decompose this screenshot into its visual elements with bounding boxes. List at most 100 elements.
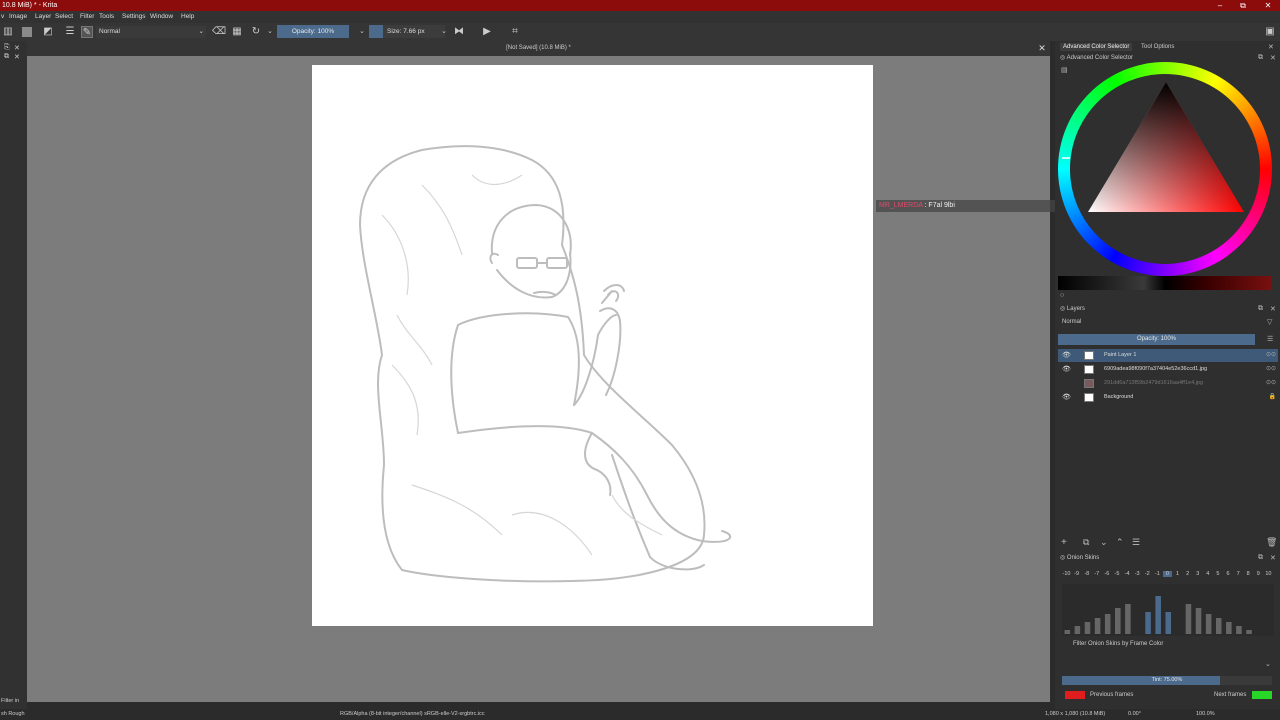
- onion-bar-chart[interactable]: [1062, 584, 1274, 636]
- menu-view[interactable]: v: [1, 13, 4, 20]
- onion-frame-number[interactable]: 5: [1213, 571, 1222, 577]
- duplicate-layer-icon[interactable]: ⧉: [1083, 537, 1089, 548]
- float-icon[interactable]: ⧉: [1258, 305, 1263, 313]
- onion-bar[interactable]: [1125, 604, 1131, 634]
- onion-bar[interactable]: [1064, 630, 1071, 634]
- menu-tools[interactable]: Tools: [99, 13, 114, 20]
- delete-layer-icon[interactable]: 🗑: [1266, 537, 1277, 548]
- fg-bg-color-icon[interactable]: ◩: [42, 26, 54, 38]
- onion-bar[interactable]: [1094, 618, 1101, 634]
- minimize-button[interactable]: –: [1208, 0, 1232, 11]
- onion-frame-number[interactable]: 10: [1264, 571, 1273, 577]
- onion-bar[interactable]: [1215, 618, 1222, 634]
- close-icon[interactable]: ✕: [1270, 54, 1276, 62]
- layer-lock-icon[interactable]: ⊙⊙: [1266, 377, 1276, 390]
- layer-lock-icon[interactable]: ⊙⊙: [1266, 363, 1276, 376]
- eye-icon[interactable]: 👁: [1062, 363, 1071, 376]
- onion-bar[interactable]: [1165, 612, 1172, 634]
- layer-opacity-slider[interactable]: Opacity: 100%: [1058, 334, 1255, 345]
- onion-frame-number[interactable]: -6: [1102, 571, 1111, 577]
- menu-image[interactable]: Image: [9, 13, 27, 20]
- size-slider[interactable]: Size: 7.66 px: [369, 25, 445, 38]
- onion-bar[interactable]: [1195, 608, 1202, 634]
- eraser-icon[interactable]: ⌫: [212, 26, 226, 38]
- onion-frame-number[interactable]: -4: [1123, 571, 1132, 577]
- filter-icon[interactable]: ▽: [1267, 318, 1272, 326]
- layer-row[interactable]: 👁 Paint Layer 1 ⊙⊙: [1058, 349, 1278, 362]
- onion-filter-label[interactable]: Filter Onion Skins by Frame Color: [1073, 641, 1163, 647]
- onion-frame-number[interactable]: -3: [1133, 571, 1142, 577]
- onion-frame-number[interactable]: 6: [1224, 571, 1233, 577]
- alpha-lock-icon[interactable]: ▦: [231, 26, 243, 38]
- chevron-down-icon[interactable]: ⌄: [438, 26, 450, 38]
- tint-slider[interactable]: Tint: 75.00%: [1062, 676, 1272, 685]
- close-icon[interactable]: ✕: [14, 53, 20, 61]
- menu-help[interactable]: Help: [181, 13, 194, 20]
- canvas-paper[interactable]: [312, 65, 873, 626]
- menu-settings[interactable]: Settings: [122, 13, 146, 20]
- layer-properties-icon[interactable]: ☰: [1132, 537, 1140, 548]
- onion-frame-number[interactable]: 1: [1173, 571, 1182, 577]
- onion-bar[interactable]: [1084, 622, 1091, 634]
- onion-opacity-bars[interactable]: [1062, 584, 1274, 636]
- onion-frame-number[interactable]: -7: [1092, 571, 1101, 577]
- document-tab[interactable]: [Not Saved] (10.8 MiB) * ✕: [27, 41, 1050, 56]
- close-window-button[interactable]: ✕: [1256, 0, 1280, 11]
- previous-frames-color[interactable]: [1065, 691, 1085, 699]
- color-history-bar[interactable]: [1058, 276, 1272, 290]
- chevron-down-icon[interactable]: ⌄: [1265, 660, 1271, 668]
- pattern-swatch[interactable]: [22, 27, 32, 37]
- close-icon[interactable]: ✕: [1268, 43, 1274, 51]
- toggle-docker-icon[interactable]: ▣: [1264, 26, 1276, 38]
- tab-advanced-color-selector[interactable]: Advanced Color Selector: [1060, 43, 1133, 51]
- onion-bar[interactable]: [1115, 608, 1121, 634]
- zoom-value[interactable]: 100.0%: [1196, 709, 1215, 720]
- onion-bar[interactable]: [1104, 614, 1111, 634]
- onion-frame-number[interactable]: -5: [1112, 571, 1121, 577]
- layer-menu-icon[interactable]: ☰: [1267, 335, 1273, 343]
- chevron-down-icon[interactable]: ⌄: [264, 26, 276, 38]
- opacity-slider[interactable]: Opacity: 100%: [277, 25, 349, 38]
- onion-bar[interactable]: [1145, 612, 1151, 634]
- layer-lock-icon[interactable]: ⊙⊙: [1266, 349, 1276, 362]
- add-layer-icon[interactable]: +: [1061, 537, 1067, 548]
- float-icon[interactable]: ⧉: [1258, 554, 1263, 562]
- eye-icon[interactable]: 👁: [1062, 391, 1071, 404]
- move-down-icon[interactable]: ⌄: [1100, 537, 1108, 548]
- onion-bar[interactable]: [1205, 614, 1212, 634]
- onion-frame-number[interactable]: 0: [1162, 571, 1172, 577]
- move-up-icon[interactable]: ⌃: [1116, 537, 1124, 548]
- rotation-value[interactable]: 0.00°: [1128, 709, 1141, 720]
- onion-bar[interactable]: [1074, 626, 1081, 634]
- menu-select[interactable]: Select: [55, 13, 73, 20]
- crop-icon[interactable]: ⌗: [509, 26, 521, 38]
- sv-triangle[interactable]: [1058, 62, 1272, 276]
- menu-filter[interactable]: Filter: [80, 13, 94, 20]
- chevron-down-icon[interactable]: ⌄: [356, 26, 368, 38]
- lock-icon[interactable]: 🔒: [1269, 391, 1276, 404]
- onion-bar[interactable]: [1155, 596, 1161, 634]
- onion-frame-number[interactable]: -2: [1143, 571, 1152, 577]
- close-icon[interactable]: ✕: [14, 44, 20, 52]
- close-icon[interactable]: ✕: [1037, 41, 1047, 56]
- onion-frame-number[interactable]: 4: [1203, 571, 1212, 577]
- eye-icon[interactable]: 👁: [1062, 349, 1071, 362]
- onion-bar[interactable]: [1236, 626, 1242, 634]
- reload-preset-icon[interactable]: ↻: [250, 26, 262, 38]
- layers-blend-select[interactable]: Normal: [1062, 319, 1081, 325]
- mirror-horizontal-icon[interactable]: ⧓: [453, 26, 465, 38]
- onion-frame-number[interactable]: -1: [1153, 571, 1162, 577]
- maximize-button[interactable]: ⧉: [1231, 0, 1255, 11]
- layer-row[interactable]: 291dd6a713f59b2479d1616aa4ff1e4.jpg ⊙⊙: [1058, 377, 1278, 390]
- menu-window[interactable]: Window: [150, 13, 173, 20]
- gradient-icon[interactable]: ▥: [2, 26, 14, 38]
- onion-frame-number[interactable]: 8: [1244, 571, 1253, 577]
- menu-layer[interactable]: Layer: [35, 13, 51, 20]
- onion-bar[interactable]: [1246, 630, 1252, 634]
- next-frames-color[interactable]: [1252, 691, 1272, 699]
- onion-bar[interactable]: [1185, 604, 1192, 634]
- toolbox-settings-icon[interactable]: ⎘: [4, 44, 10, 52]
- tab-tool-options[interactable]: Tool Options: [1138, 43, 1177, 51]
- float-icon[interactable]: ⧉: [1258, 54, 1263, 62]
- onion-bar[interactable]: [1226, 622, 1232, 634]
